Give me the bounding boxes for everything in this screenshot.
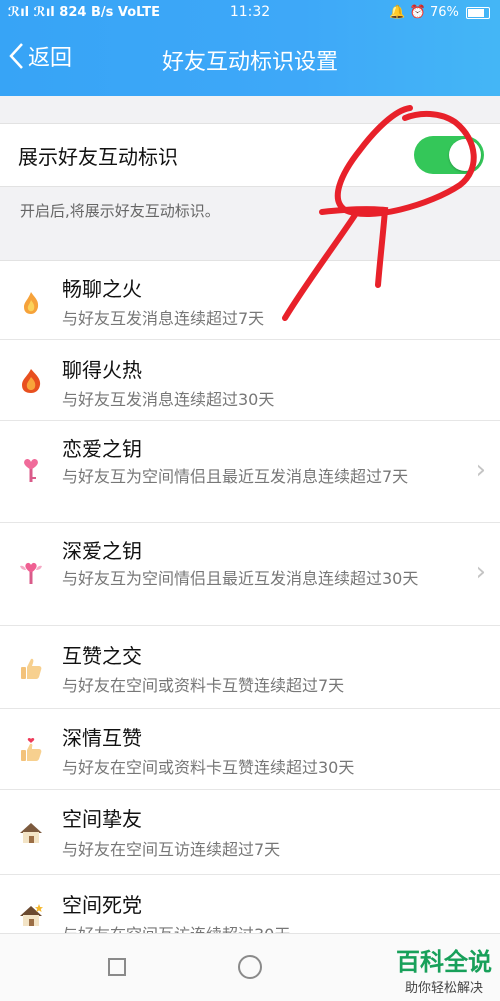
watermark-subtitle: 助你轻松解决 bbox=[404, 981, 483, 996]
item-desc: 与好友在空间或资料卡互赞连续超过30天 bbox=[62, 758, 355, 777]
battery-icon bbox=[466, 6, 490, 19]
item-title: 互赞之交 bbox=[62, 644, 142, 668]
list-item[interactable]: 互赞之交 与好友在空间或资料卡互赞连续超过7天 bbox=[0, 626, 500, 709]
recent-apps-button[interactable] bbox=[108, 958, 126, 976]
list-item[interactable]: 深情互赞 与好友在空间或资料卡互赞连续超过30天 bbox=[0, 709, 500, 790]
item-title: 空间死党 bbox=[62, 893, 142, 917]
item-title: 空间挚友 bbox=[62, 807, 142, 831]
watermark-title: 百科全说 bbox=[396, 948, 492, 976]
big-fire-icon bbox=[22, 369, 41, 393]
item-desc: 与好友互发消息连续超过30天 bbox=[62, 390, 275, 409]
toggle-knob bbox=[449, 139, 481, 171]
watermark-logo: 百科全说 助你轻松解决 bbox=[396, 942, 492, 996]
chevron-right-icon: › bbox=[475, 455, 486, 485]
list-item[interactable]: 畅聊之火 与好友互发消息连续超过7天 bbox=[0, 261, 500, 340]
page-title: 好友互动标识设置 bbox=[161, 50, 338, 75]
home-button[interactable] bbox=[238, 955, 262, 979]
show-badges-row: 展示好友互动标识 bbox=[0, 123, 500, 187]
item-desc: 与好友互为空间情侣且最近互发消息连续超过30天 bbox=[62, 569, 419, 588]
small-fire-icon bbox=[24, 292, 39, 314]
app-header: ℛıl ℛıl 824 B/s VoLTE 11:32 🔔 ⏰ 76% 返回 好… bbox=[0, 0, 500, 96]
chevron-right-icon: › bbox=[475, 557, 486, 587]
system-nav-bar: 百科全说 助你轻松解决 bbox=[0, 933, 500, 1001]
item-desc: 与好友在空间互访连续超过7天 bbox=[62, 840, 281, 859]
list-item[interactable]: 恋爱之钥 与好友互为空间情侣且最近互发消息连续超过7天 › bbox=[0, 421, 500, 523]
status-right: 🔔 ⏰ 76% bbox=[389, 5, 490, 20]
item-title: 深情互赞 bbox=[62, 726, 142, 750]
house-icon bbox=[20, 823, 42, 843]
house-star-icon bbox=[20, 904, 43, 926]
status-icons: 🔔 ⏰ 76% bbox=[389, 5, 459, 20]
show-badges-toggle[interactable] bbox=[414, 136, 484, 174]
item-desc: 与好友互为空间情侣且最近互发消息连续超过7天 bbox=[62, 467, 409, 486]
winged-heart-key-icon bbox=[20, 562, 42, 584]
badge-list: 畅聊之火 与好友互发消息连续超过7天 聊得火热 与好友互发消息连续超过30天 恋… bbox=[0, 260, 500, 955]
item-title: 畅聊之火 bbox=[62, 277, 142, 301]
thumbs-up-heart-icon bbox=[21, 737, 42, 761]
nav-bar: 返回 好友互动标识设置 bbox=[0, 30, 500, 88]
list-item[interactable]: 聊得火热 与好友互发消息连续超过30天 bbox=[0, 340, 500, 421]
heart-key-icon bbox=[24, 458, 38, 482]
item-title: 聊得火热 bbox=[62, 358, 142, 382]
item-title: 恋爱之钥 bbox=[62, 437, 142, 461]
list-item[interactable]: 深爱之钥 与好友互为空间情侣且最近互发消息连续超过30天 › bbox=[0, 523, 500, 626]
show-badges-label: 展示好友互动标识 bbox=[18, 145, 178, 169]
thumbs-up-icon bbox=[21, 658, 42, 679]
item-desc: 与好友互发消息连续超过7天 bbox=[62, 309, 265, 328]
list-item[interactable]: 空间挚友 与好友在空间互访连续超过7天 bbox=[0, 790, 500, 875]
item-desc: 与好友在空间或资料卡互赞连续超过7天 bbox=[62, 676, 345, 695]
toggle-hint: 开启后,将展示好友互动标识。 bbox=[20, 202, 220, 220]
status-bar: ℛıl ℛıl 824 B/s VoLTE 11:32 🔔 ⏰ 76% bbox=[0, 0, 500, 26]
item-title: 深爱之钥 bbox=[62, 539, 142, 563]
